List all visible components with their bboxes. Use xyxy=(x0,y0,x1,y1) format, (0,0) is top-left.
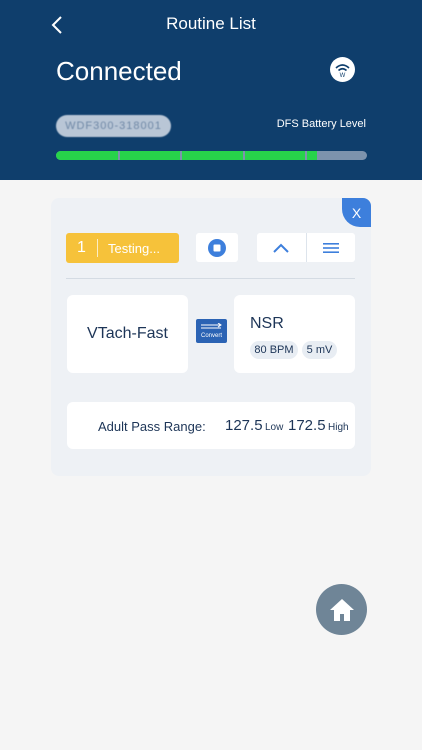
chevron-up-icon xyxy=(273,243,289,253)
pass-range-card: Adult Pass Range: 127.5 Low 172.5 High xyxy=(67,402,355,449)
battery-segment xyxy=(120,151,180,160)
rate-badge: 80 BPM xyxy=(250,341,298,359)
test-status-button[interactable]: 1 Testing... xyxy=(66,233,179,263)
convert-icon: Convert xyxy=(196,319,227,343)
from-rhythm-card[interactable]: VTach-Fast xyxy=(67,295,188,373)
high-value: 172.5 xyxy=(288,417,326,434)
stop-icon xyxy=(208,238,226,257)
high-label: High xyxy=(328,422,349,433)
battery-segment xyxy=(307,151,317,160)
battery-label: DFS Battery Level xyxy=(276,118,366,130)
amplitude-badge: 5 mV xyxy=(302,341,337,359)
home-icon xyxy=(329,598,354,621)
move-up-button[interactable] xyxy=(257,233,307,262)
to-rhythm-card[interactable]: NSR 80 BPM 5 mV xyxy=(234,295,355,373)
battery-segment xyxy=(182,151,243,160)
menu-icon xyxy=(322,242,339,253)
home-button[interactable] xyxy=(316,584,367,635)
divider xyxy=(66,278,355,279)
reorder-controls xyxy=(257,233,355,262)
svg-text:W: W xyxy=(340,73,346,79)
battery-segment xyxy=(56,151,118,160)
battery-level-bar xyxy=(56,151,367,160)
device-id-badge: WDF300-318001 xyxy=(56,115,171,137)
stop-button[interactable] xyxy=(196,233,238,262)
header-bar: Routine List Connected W WDF300-318001 D… xyxy=(0,0,422,180)
convert-label: Convert xyxy=(200,333,222,339)
step-status: Testing... xyxy=(108,240,161,256)
wifi-icon[interactable]: W xyxy=(330,57,355,82)
battery-segment xyxy=(245,151,305,160)
low-value: 127.5 xyxy=(225,417,263,434)
connection-status: Connected xyxy=(56,56,182,86)
from-rhythm-label: VTach-Fast xyxy=(87,325,168,342)
menu-button[interactable] xyxy=(307,233,356,262)
to-rhythm-label: NSR xyxy=(250,315,284,332)
page-title: Routine List xyxy=(166,14,256,33)
low-label: Low xyxy=(265,422,284,433)
pass-range-label: Adult Pass Range: xyxy=(98,419,206,434)
step-number: 1 xyxy=(66,239,98,257)
